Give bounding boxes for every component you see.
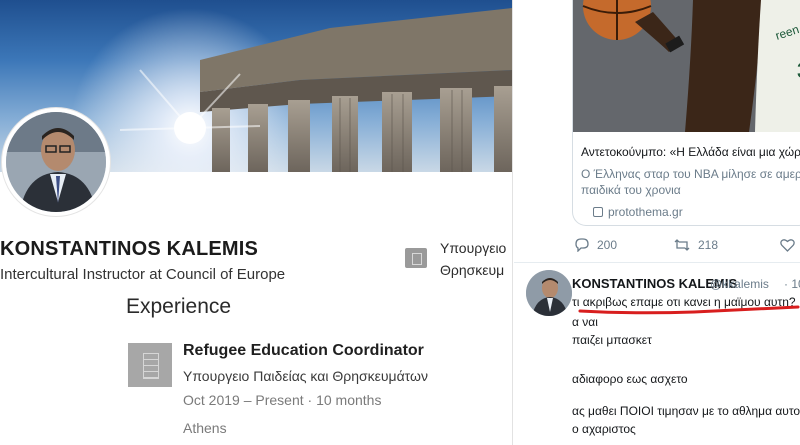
retweet-icon [674, 238, 690, 252]
org-name-line2: Θρησκευμ [440, 262, 505, 278]
heart-icon [780, 238, 795, 252]
like-button[interactable] [780, 238, 795, 252]
profile-headline: Intercultural Instructor at Council of E… [0, 266, 286, 283]
current-organization[interactable]: Υπουργειο Θρησκευμ [440, 237, 512, 281]
org-name-line1: Υπουργειο [440, 240, 507, 256]
reply-button[interactable]: 200 [574, 238, 617, 252]
profile-name: KONSTANTINOS KALEMIS [0, 238, 259, 260]
linkedin-profile-panel: KONSTANTINOS KALEMIS Intercultural Instr… [0, 0, 512, 445]
tweet-text-line: α ναι [572, 315, 598, 329]
retweet-count: 218 [698, 238, 719, 252]
reply-count: 200 [597, 238, 618, 252]
card-title: Αντετοκούνμπο: «Η Ελλάδα είναι μια χώρα [581, 145, 800, 159]
tweet-separator [514, 262, 800, 263]
card-domain-text: protothema.gr [608, 205, 683, 219]
tweet-text-line: αδιαφορο εως ασχετο [572, 372, 688, 386]
link-icon [593, 207, 603, 217]
reply-icon [574, 238, 589, 252]
card-domain: protothema.gr [593, 205, 683, 219]
card-image: reen 3 [573, 0, 800, 132]
building-icon[interactable] [405, 248, 427, 268]
experience-heading: Experience [126, 295, 232, 318]
retweet-button[interactable]: 218 [674, 238, 718, 252]
job-location: Athens [183, 420, 227, 436]
tweet-timestamp[interactable]: · 10 [784, 277, 800, 291]
company-logo[interactable] [128, 343, 172, 387]
tweet-text-line: ο αχαριστος [572, 422, 636, 436]
screenshot-divider [512, 0, 513, 445]
tweet-author-handle[interactable]: @kkalemis [710, 277, 769, 291]
job-organization: Υπουργειο Παιδείας και Θρησκευμάτων [183, 368, 428, 384]
tweet-text-line: ας μαθει ΠΟΙΟΙ τιμησαν με το αθλημα αυτο [572, 404, 800, 418]
profile-avatar[interactable] [2, 108, 110, 216]
card-description: Ο Έλληνας σταρ του NBA μίλησε σε αμερι π… [581, 167, 800, 197]
twitter-thread-panel: reen 3 Αντετοκούνμπο: «Η Ελλάδα είναι μι… [514, 0, 800, 445]
job-title[interactable]: Refugee Education Coordinator [183, 342, 424, 360]
tweet-avatar[interactable] [526, 270, 572, 316]
red-underline-annotation [578, 305, 800, 315]
link-preview-card[interactable]: reen 3 Αντετοκούνμπο: «Η Ελλάδα είναι μι… [572, 0, 800, 226]
tweet-text-line: παιζει μπασκετ [572, 333, 652, 347]
job-dates: Oct 2019 – Present · 10 months [183, 392, 382, 408]
